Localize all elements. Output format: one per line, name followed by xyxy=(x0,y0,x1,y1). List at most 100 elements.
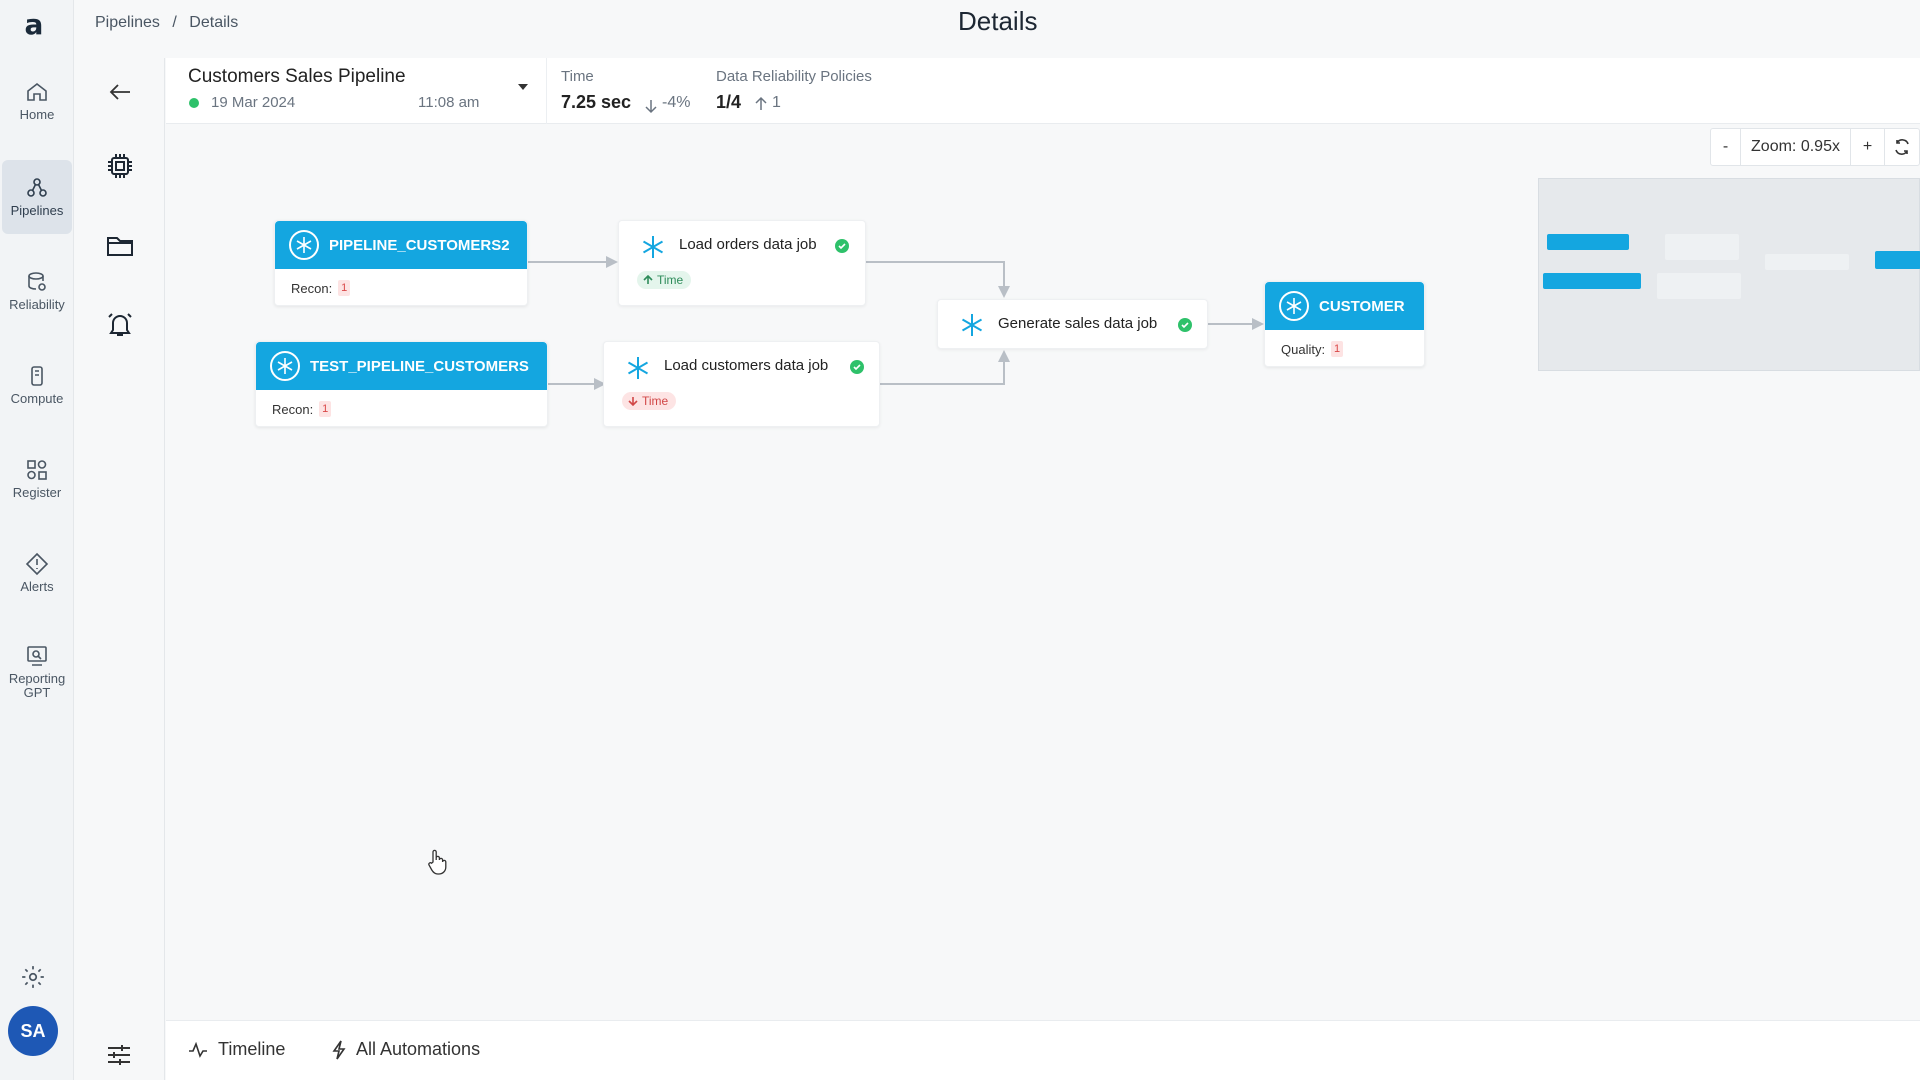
check-circle-icon xyxy=(835,239,849,253)
reliability-icon xyxy=(28,272,46,291)
register-icon xyxy=(27,460,47,480)
breadcrumb-separator: / xyxy=(172,14,177,31)
nav-reliability[interactable]: Reliability xyxy=(2,254,72,328)
source-node-test-pipeline-customers[interactable]: TEST_PIPELINE_CUSTOMERS Recon: 1 xyxy=(255,341,548,427)
target-node-footer: Quality: 1 xyxy=(1265,330,1424,368)
caret-down-icon[interactable] xyxy=(516,80,530,94)
minimap-node xyxy=(1543,273,1641,289)
breadcrumb-details: Details xyxy=(189,14,239,31)
snowflake-icon xyxy=(642,236,664,258)
zoom-level: Zoom: 0.95x xyxy=(1741,129,1851,165)
home-icon xyxy=(27,82,47,101)
nav-register-label: Register xyxy=(12,485,62,500)
arrow-down-icon xyxy=(645,100,657,114)
app-logo[interactable]: a xyxy=(20,8,48,41)
pipelines-icon xyxy=(27,178,47,197)
refresh-button[interactable] xyxy=(1885,129,1919,165)
alarm-bell-icon[interactable] xyxy=(104,308,136,340)
minimap-node xyxy=(1547,234,1629,250)
alerts-icon xyxy=(25,552,49,576)
zoom-controls: - Zoom: 0.95x + xyxy=(1710,128,1920,166)
nav-reliability-label: Reliability xyxy=(9,297,65,312)
recon-badge: 1 xyxy=(319,401,332,417)
source-node-footer: Recon: 1 xyxy=(256,390,547,428)
timeline-tab[interactable]: Timeline xyxy=(188,1039,285,1060)
time-metric-label: Time xyxy=(561,68,594,85)
job-node-load-orders[interactable]: Load orders data job Time xyxy=(618,220,866,306)
back-arrow-icon[interactable] xyxy=(104,76,136,108)
minimap-node xyxy=(1657,273,1741,299)
source-node-footer: Recon: 1 xyxy=(275,269,527,307)
job-node-load-customers[interactable]: Load customers data job Time xyxy=(603,341,880,427)
nav-alerts[interactable]: Alerts xyxy=(2,536,72,610)
check-circle-icon xyxy=(1178,318,1192,332)
arrow-up-icon xyxy=(755,96,767,110)
target-node-name: CUSTOMER xyxy=(1319,297,1405,315)
sliders-icon[interactable] xyxy=(104,1040,134,1070)
source-node-pipeline-customers2[interactable]: PIPELINE_CUSTOMERS2 Recon: 1 xyxy=(274,220,528,306)
snowflake-icon xyxy=(270,351,300,381)
target-node-header: CUSTOMER xyxy=(1265,282,1424,330)
left-nav-rail: a Home Pipelines Reliability Compute Reg… xyxy=(0,0,74,1080)
refresh-icon xyxy=(1895,139,1909,155)
gear-icon[interactable] xyxy=(20,964,46,990)
source-node-header: PIPELINE_CUSTOMERS2 xyxy=(275,221,527,269)
time-metric-delta: -4% xyxy=(662,94,691,111)
zoom-out-button[interactable]: - xyxy=(1711,129,1741,165)
source-node-header: TEST_PIPELINE_CUSTOMERS xyxy=(256,342,547,390)
all-automations-tab[interactable]: All Automations xyxy=(332,1039,480,1060)
job-name: Generate sales data job xyxy=(998,315,1158,332)
breadcrumb-pipelines[interactable]: Pipelines xyxy=(95,14,160,31)
policies-metric-delta: 1 xyxy=(772,94,781,111)
nav-alerts-label: Alerts xyxy=(20,579,54,594)
source-node-name: PIPELINE_CUSTOMERS2 xyxy=(329,236,510,254)
nav-pipelines[interactable]: Pipelines xyxy=(2,160,72,234)
nav-pipelines-label: Pipelines xyxy=(10,203,64,218)
pipeline-name[interactable]: Customers Sales Pipeline xyxy=(188,66,406,88)
minimap[interactable] xyxy=(1538,178,1920,371)
arrow-down-icon xyxy=(628,397,638,406)
secondary-toolbar xyxy=(75,58,165,1080)
minimap-node xyxy=(1665,234,1739,260)
nav-register[interactable]: Register xyxy=(2,442,72,516)
source-node-name: TEST_PIPELINE_CUSTOMERS xyxy=(310,357,529,375)
snowflake-icon xyxy=(289,230,319,260)
time-down-chip: Time xyxy=(622,392,677,410)
policies-metric-label: Data Reliability Policies xyxy=(716,68,872,85)
zoom-in-button[interactable]: + xyxy=(1851,129,1885,165)
breadcrumb: Pipelines / Details xyxy=(95,14,246,32)
chip-label: Time xyxy=(642,394,669,408)
job-name: Load orders data job xyxy=(679,236,817,253)
nav-home[interactable]: Home xyxy=(2,64,72,138)
run-time: 11:08 am xyxy=(418,94,480,111)
snowflake-icon xyxy=(627,357,649,379)
chip-icon[interactable] xyxy=(104,150,136,182)
timeline-label: Timeline xyxy=(218,1039,286,1059)
folder-icon[interactable] xyxy=(104,230,136,262)
chip-label: Time xyxy=(657,273,684,287)
nav-compute-label: Compute xyxy=(10,391,64,406)
header-divider xyxy=(546,58,547,124)
minimap-node xyxy=(1875,251,1920,269)
target-node-customer[interactable]: CUSTOMER Quality: 1 xyxy=(1264,281,1425,367)
page-title: Details xyxy=(958,6,1038,36)
run-date: 19 Mar 2024 xyxy=(211,94,296,111)
bottom-bar: Timeline All Automations xyxy=(166,1020,1920,1080)
recon-label: Recon: xyxy=(272,401,314,417)
pipeline-header: Customers Sales Pipeline 19 Mar 2024 11:… xyxy=(166,58,1920,124)
recon-label: Recon: xyxy=(291,280,333,296)
nav-reporting-gpt[interactable]: Reporting GPT xyxy=(2,630,72,714)
snowflake-icon xyxy=(1279,291,1309,321)
compute-icon xyxy=(31,366,43,386)
user-avatar[interactable]: SA xyxy=(8,1006,58,1056)
all-automations-label: All Automations xyxy=(356,1039,481,1059)
snowflake-icon xyxy=(961,314,983,336)
time-up-chip: Time xyxy=(637,271,692,289)
job-node-generate-sales[interactable]: Generate sales data job xyxy=(937,299,1208,349)
recon-badge: 1 xyxy=(338,280,351,296)
activity-icon xyxy=(189,1041,207,1058)
nav-home-label: Home xyxy=(19,107,55,122)
lightning-icon xyxy=(332,1040,346,1059)
check-circle-icon xyxy=(850,360,864,374)
nav-compute[interactable]: Compute xyxy=(2,348,72,422)
